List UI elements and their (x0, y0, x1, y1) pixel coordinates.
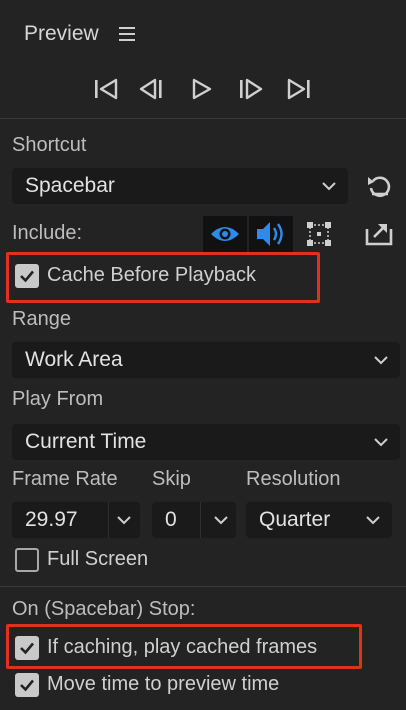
frame-rate-value[interactable]: 29.97 (25, 508, 78, 532)
play-icon[interactable] (186, 74, 216, 104)
play-from-select[interactable]: Current Time (12, 424, 400, 460)
range-value: Work Area (25, 348, 123, 371)
previous-frame-icon[interactable] (137, 74, 167, 104)
frame-rate-combo[interactable]: 29.97 (12, 502, 140, 538)
chevron-down-icon (366, 516, 380, 525)
chevron-down-icon[interactable] (115, 511, 133, 529)
overlays-icon[interactable] (300, 216, 338, 252)
move-time-checkbox[interactable] (15, 673, 39, 697)
shortcut-label: Shortcut (12, 134, 87, 156)
divider (0, 586, 406, 587)
first-frame-icon[interactable] (91, 74, 121, 104)
play-cached-frames-checkbox[interactable] (15, 636, 39, 660)
frame-rate-label: Frame Rate (12, 468, 118, 490)
cache-before-playback-label: Cache Before Playback (47, 264, 257, 286)
move-time-label: Move time to preview time (47, 673, 280, 695)
range-label: Range (12, 308, 71, 330)
audio-icon[interactable] (249, 216, 293, 252)
range-select[interactable]: Work Area (12, 342, 400, 378)
panel-menu-icon[interactable] (119, 27, 135, 41)
full-screen-checkbox[interactable] (15, 548, 39, 572)
divider (0, 118, 406, 119)
resolution-label: Resolution (246, 468, 341, 490)
panel-header: Preview (0, 0, 406, 66)
reset-icon[interactable] (362, 170, 396, 202)
shortcut-value: Spacebar (25, 174, 115, 197)
play-from-label: Play From (12, 388, 104, 410)
chevron-down-icon (374, 356, 388, 365)
last-frame-icon[interactable] (284, 74, 314, 104)
combo-divider (200, 502, 201, 538)
eye-icon[interactable] (203, 216, 247, 252)
combo-divider (108, 502, 109, 538)
resolution-value: Quarter (259, 508, 331, 531)
play-cached-frames-label: If caching, play cached frames (47, 636, 318, 658)
chevron-down-icon (322, 182, 336, 191)
skip-value[interactable]: 0 (165, 508, 177, 532)
next-frame-icon[interactable] (235, 74, 265, 104)
skip-combo[interactable]: 0 (152, 502, 236, 538)
panel-title: Preview (24, 22, 99, 45)
export-icon[interactable] (362, 216, 396, 250)
play-from-value: Current Time (25, 430, 147, 453)
include-label: Include: (12, 222, 83, 244)
cache-before-playback-checkbox[interactable] (15, 264, 39, 288)
chevron-down-icon (374, 438, 388, 447)
chevron-down-icon[interactable] (212, 511, 230, 529)
stop-label: On (Spacebar) Stop: (12, 598, 196, 620)
full-screen-label: Full Screen (47, 548, 149, 570)
skip-label: Skip (152, 468, 191, 490)
resolution-select[interactable]: Quarter (246, 502, 392, 538)
shortcut-select[interactable]: Spacebar (12, 168, 348, 204)
